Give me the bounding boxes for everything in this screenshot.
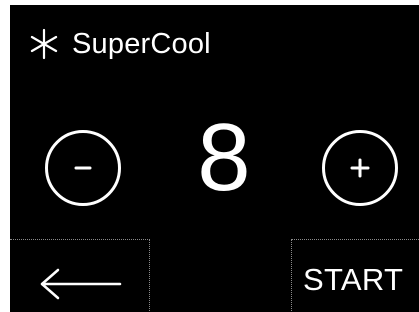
control-panel-screen: SuperCool 8 START bbox=[10, 5, 419, 312]
decrease-button[interactable] bbox=[44, 129, 122, 207]
arrow-left-icon bbox=[40, 268, 122, 300]
plus-icon bbox=[350, 158, 370, 178]
setting-value: 8 bbox=[197, 104, 251, 211]
snowflake-icon bbox=[30, 28, 58, 60]
mode-header: SuperCool bbox=[28, 28, 211, 60]
increase-button[interactable] bbox=[321, 129, 399, 207]
start-label: START bbox=[303, 262, 404, 297]
mode-title: SuperCool bbox=[72, 27, 211, 60]
back-button[interactable] bbox=[10, 239, 150, 312]
start-button[interactable]: START bbox=[291, 239, 419, 312]
